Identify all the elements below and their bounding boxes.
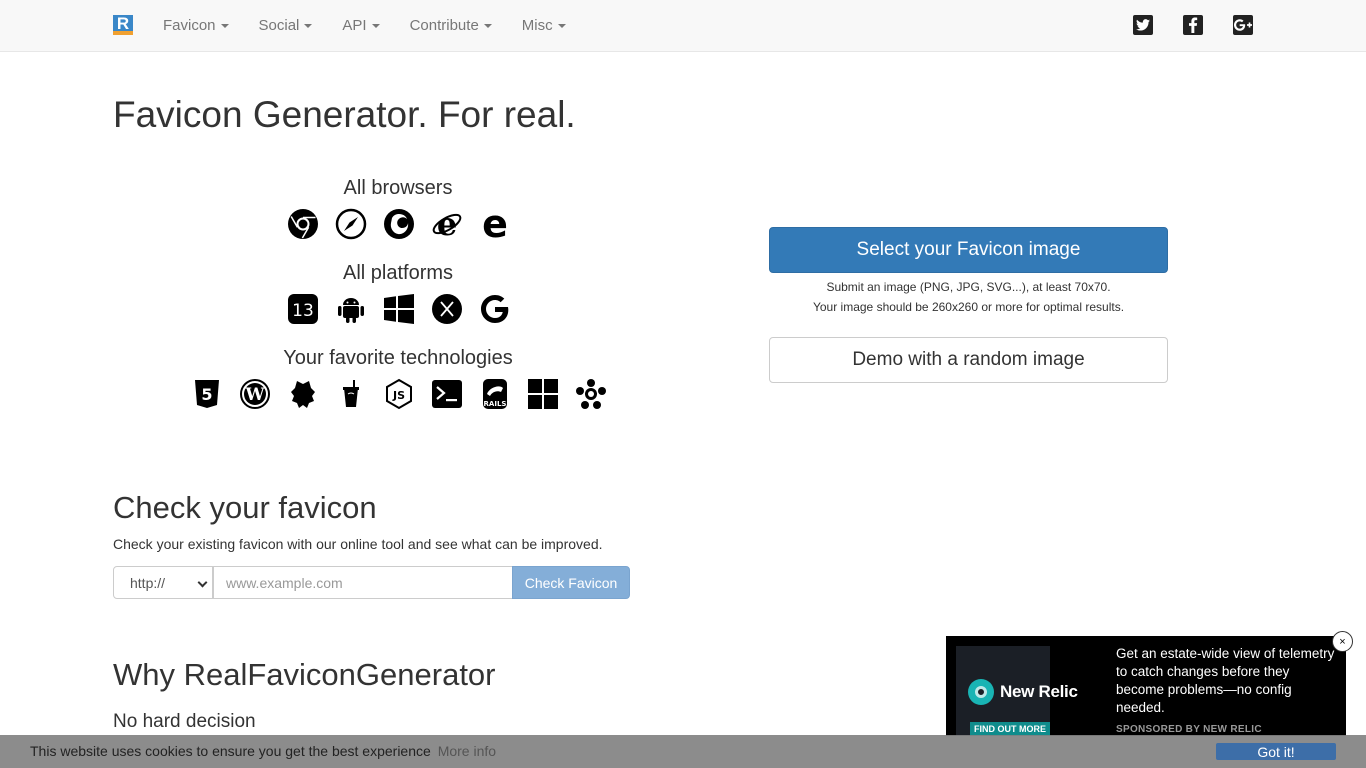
svg-text:JS: JS (392, 389, 405, 402)
nav-item-label: API (342, 17, 367, 34)
technologies-title: Your favorite technologies (283, 347, 513, 369)
gulp-icon (287, 378, 319, 410)
ad-image[interactable]: New Relic FIND OUT MORE (956, 646, 1078, 736)
facebook-icon[interactable] (1183, 15, 1203, 35)
sponsored-ad[interactable]: New Relic FIND OUT MORE Get an estate-wi… (946, 636, 1346, 736)
nav-item-label: Misc (521, 17, 553, 34)
browsers-icon-row: e e (287, 208, 511, 240)
chevron-down-icon (197, 577, 208, 588)
caret-down-icon (371, 23, 380, 28)
why-subtitle: No hard decision (113, 711, 256, 732)
select-favicon-image-button[interactable]: Select your Favicon image (769, 227, 1168, 273)
top-navbar: R Favicon Social API Contribute Misc (0, 0, 1366, 52)
new-relic-icon (968, 679, 994, 705)
nodejs-icon: JS (383, 378, 415, 410)
ad-close-button[interactable]: × (1332, 631, 1353, 652)
ad-find-out-more-button[interactable]: FIND OUT MORE (970, 722, 1050, 736)
nav-item-api[interactable]: API (327, 0, 394, 51)
grunt-icon (335, 378, 367, 410)
cli-icon (431, 378, 463, 410)
check-favicon-description: Check your existing favicon with our onl… (113, 536, 603, 552)
android-icon (335, 293, 367, 325)
url-input-placeholder: www.example.com (226, 574, 343, 591)
html5-icon: 5 (191, 378, 223, 410)
browsers-title: All browsers (343, 177, 453, 199)
nav-item-label: Contribute (409, 17, 479, 34)
page-title: Favicon Generator. For real. (113, 94, 576, 135)
internet-explorer-icon: e (431, 208, 463, 240)
aspnet-icon (527, 378, 559, 410)
ios-icon: 13 (287, 293, 319, 325)
google-plus-icon[interactable] (1233, 15, 1253, 35)
check-favicon-title: Check your favicon (113, 490, 377, 525)
nav-item-contribute[interactable]: Contribute (395, 0, 507, 51)
ad-sponsor-label: SPONSORED BY NEW RELIC (1116, 724, 1262, 735)
platforms-icon-row: 13 (287, 293, 511, 325)
windows-icon (383, 293, 415, 325)
site-logo[interactable]: R (113, 14, 133, 35)
caret-down-icon (483, 23, 492, 28)
url-input[interactable]: www.example.com (213, 566, 513, 599)
wordpress-icon: W (239, 378, 271, 410)
platforms-title: All platforms (342, 262, 454, 284)
cookie-more-info-link[interactable]: More info (438, 743, 496, 759)
technologies-icon-row: 5 W JS RAILS (191, 378, 607, 410)
demo-random-image-button[interactable]: Demo with a random image (769, 337, 1168, 383)
cookie-banner-text-wrap: This website uses cookies to ensure you … (30, 743, 496, 759)
cookie-message: This website uses cookies to ensure you … (30, 743, 431, 759)
chrome-icon (287, 208, 319, 240)
edge-icon: e (479, 208, 511, 240)
why-title: Why RealFaviconGenerator (113, 657, 496, 692)
rails-icon: RAILS (479, 378, 511, 410)
upload-help-line-1: Submit an image (PNG, JPG, SVG...), at l… (826, 280, 1111, 294)
firefox-icon (383, 208, 415, 240)
joomla-icon (575, 378, 607, 410)
nav-item-label: Social (258, 17, 300, 34)
protocol-select-value: http:// (130, 574, 166, 591)
svg-text:e: e (482, 208, 508, 240)
cookie-accept-button[interactable]: Got it! (1216, 743, 1336, 760)
nav-item-social[interactable]: Social (244, 0, 328, 51)
caret-down-icon (304, 23, 313, 28)
safari-icon (335, 208, 367, 240)
nav-item-favicon[interactable]: Favicon (148, 0, 244, 51)
protocol-select[interactable]: http:// (113, 566, 213, 599)
ad-brand: New Relic (1000, 682, 1078, 701)
svg-text:13: 13 (292, 301, 314, 321)
nav-item-label: Favicon (163, 17, 216, 34)
twitter-icon[interactable] (1133, 15, 1153, 35)
google-icon (479, 293, 511, 325)
svg-text:e: e (437, 208, 457, 240)
ad-text[interactable]: Get an estate-wide view of telemetry to … (1116, 645, 1338, 717)
nav-item-misc[interactable]: Misc (507, 0, 581, 51)
svg-text:RAILS: RAILS (484, 400, 507, 408)
nav-menu: Favicon Social API Contribute Misc (148, 0, 581, 51)
caret-down-icon (557, 23, 566, 28)
caret-down-icon (220, 23, 229, 28)
macos-icon (431, 293, 463, 325)
check-favicon-button[interactable]: Check Favicon (512, 566, 630, 599)
logo-bar (113, 31, 133, 35)
svg-text:5: 5 (201, 385, 212, 404)
new-relic-logo: New Relic (968, 679, 1078, 705)
upload-help-line-2: Your image should be 260x260 or more for… (812, 300, 1125, 314)
svg-text:W: W (244, 385, 265, 405)
cookie-banner: This website uses cookies to ensure you … (0, 735, 1366, 768)
